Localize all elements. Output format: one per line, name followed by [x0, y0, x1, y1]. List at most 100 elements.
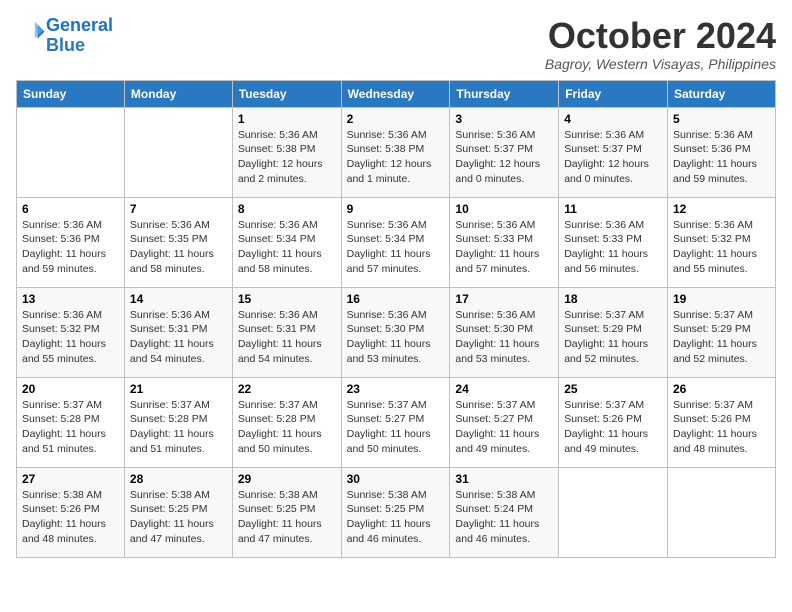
calendar-cell: 17Sunrise: 5:36 AM Sunset: 5:30 PM Dayli…: [450, 287, 559, 377]
day-number: 20: [22, 382, 119, 396]
calendar-cell: 25Sunrise: 5:37 AM Sunset: 5:26 PM Dayli…: [559, 377, 668, 467]
calendar-cell: 5 Sunrise: 5:36 AM Sunset: 5:36 PM Daylig…: [668, 107, 776, 197]
calendar-cell: 3Sunrise: 5:36 AM Sunset: 5:37 PM Daylig…: [450, 107, 559, 197]
day-info: Sunrise: 5:36 AM Sunset: 5:37 PM Dayligh…: [455, 128, 553, 187]
day-number: 17: [455, 292, 553, 306]
day-number: 14: [130, 292, 227, 306]
calendar-cell: 16 Sunrise: 5:36 AM Sunset: 5:30 PM Dayli…: [341, 287, 450, 377]
location: Bagroy, Western Visayas, Philippines: [545, 56, 776, 72]
calendar-cell: [668, 467, 776, 557]
day-number: 25: [564, 382, 662, 396]
day-info: Sunrise: 5:38 AM Sunset: 5:25 PM Dayligh…: [130, 488, 227, 547]
header-row: Sunday Monday Tuesday Wednesday Thursday…: [17, 80, 776, 107]
calendar-cell: 15 Sunrise: 5:36 AM Sunset: 5:31 PM Dayli…: [232, 287, 341, 377]
day-number: 31: [455, 472, 553, 486]
calendar-week-5: 27Sunrise: 5:38 AM Sunset: 5:26 PM Dayli…: [17, 467, 776, 557]
header-wednesday: Wednesday: [341, 80, 450, 107]
day-info: Sunrise: 5:38 AM Sunset: 5:25 PM Dayligh…: [238, 488, 336, 547]
calendar-cell: 23 Sunrise: 5:37 AM Sunset: 5:27 PM Dayli…: [341, 377, 450, 467]
calendar-cell: 12 Sunrise: 5:36 AM Sunset: 5:32 PM Dayli…: [668, 197, 776, 287]
day-number: 7: [130, 202, 227, 216]
calendar-week-4: 20 Sunrise: 5:37 AM Sunset: 5:28 PM Dayli…: [17, 377, 776, 467]
day-number: 11: [564, 202, 662, 216]
calendar-week-2: 6 Sunrise: 5:36 AM Sunset: 5:36 PM Daylig…: [17, 197, 776, 287]
calendar-cell: 14Sunrise: 5:36 AM Sunset: 5:31 PM Dayli…: [124, 287, 232, 377]
day-number: 9: [347, 202, 445, 216]
day-info: Sunrise: 5:36 AM Sunset: 5:33 PM Dayligh…: [455, 218, 553, 277]
calendar-cell: 22 Sunrise: 5:37 AM Sunset: 5:28 PM Dayli…: [232, 377, 341, 467]
day-number: 26: [673, 382, 770, 396]
day-info: Sunrise: 5:36 AM Sunset: 5:30 PM Dayligh…: [347, 308, 445, 367]
calendar-cell: 24Sunrise: 5:37 AM Sunset: 5:27 PM Dayli…: [450, 377, 559, 467]
day-number: 12: [673, 202, 770, 216]
day-info: Sunrise: 5:38 AM Sunset: 5:24 PM Dayligh…: [455, 488, 553, 547]
calendar-cell: 19Sunrise: 5:37 AM Sunset: 5:29 PM Dayli…: [668, 287, 776, 377]
calendar-cell: 4 Sunrise: 5:36 AM Sunset: 5:37 PM Daylig…: [559, 107, 668, 197]
day-number: 28: [130, 472, 227, 486]
day-info: Sunrise: 5:38 AM Sunset: 5:25 PM Dayligh…: [347, 488, 445, 547]
day-number: 13: [22, 292, 119, 306]
page-header: General Blue October 2024 Bagroy, Wester…: [16, 16, 776, 72]
day-info: Sunrise: 5:36 AM Sunset: 5:36 PM Dayligh…: [673, 128, 770, 187]
day-info: Sunrise: 5:36 AM Sunset: 5:31 PM Dayligh…: [238, 308, 336, 367]
calendar-cell: 7 Sunrise: 5:36 AM Sunset: 5:35 PM Daylig…: [124, 197, 232, 287]
day-info: Sunrise: 5:36 AM Sunset: 5:34 PM Dayligh…: [238, 218, 336, 277]
logo-text: General Blue: [46, 16, 113, 56]
calendar-cell: 31 Sunrise: 5:38 AM Sunset: 5:24 PM Dayli…: [450, 467, 559, 557]
day-info: Sunrise: 5:36 AM Sunset: 5:33 PM Dayligh…: [564, 218, 662, 277]
day-number: 15: [238, 292, 336, 306]
day-info: Sunrise: 5:37 AM Sunset: 5:26 PM Dayligh…: [673, 398, 770, 457]
calendar-cell: 11 Sunrise: 5:36 AM Sunset: 5:33 PM Dayli…: [559, 197, 668, 287]
calendar-cell: 28 Sunrise: 5:38 AM Sunset: 5:25 PM Dayli…: [124, 467, 232, 557]
day-number: 30: [347, 472, 445, 486]
day-number: 6: [22, 202, 119, 216]
calendar-cell: 2Sunrise: 5:36 AM Sunset: 5:38 PM Daylig…: [341, 107, 450, 197]
day-number: 8: [238, 202, 336, 216]
header-monday: Monday: [124, 80, 232, 107]
header-sunday: Sunday: [17, 80, 125, 107]
day-info: Sunrise: 5:36 AM Sunset: 5:35 PM Dayligh…: [130, 218, 227, 277]
day-number: 21: [130, 382, 227, 396]
day-number: 18: [564, 292, 662, 306]
calendar-cell: 18Sunrise: 5:37 AM Sunset: 5:29 PM Dayli…: [559, 287, 668, 377]
calendar-cell: 1Sunrise: 5:36 AM Sunset: 5:38 PM Daylig…: [232, 107, 341, 197]
day-info: Sunrise: 5:37 AM Sunset: 5:27 PM Dayligh…: [347, 398, 445, 457]
calendar-cell: [124, 107, 232, 197]
calendar-table: Sunday Monday Tuesday Wednesday Thursday…: [16, 80, 776, 558]
calendar-cell: 27Sunrise: 5:38 AM Sunset: 5:26 PM Dayli…: [17, 467, 125, 557]
day-info: Sunrise: 5:37 AM Sunset: 5:28 PM Dayligh…: [22, 398, 119, 457]
day-info: Sunrise: 5:36 AM Sunset: 5:32 PM Dayligh…: [22, 308, 119, 367]
day-number: 16: [347, 292, 445, 306]
calendar-cell: 6 Sunrise: 5:36 AM Sunset: 5:36 PM Daylig…: [17, 197, 125, 287]
day-number: 19: [673, 292, 770, 306]
day-info: Sunrise: 5:36 AM Sunset: 5:34 PM Dayligh…: [347, 218, 445, 277]
day-info: Sunrise: 5:37 AM Sunset: 5:28 PM Dayligh…: [130, 398, 227, 457]
day-number: 22: [238, 382, 336, 396]
calendar-cell: 30 Sunrise: 5:38 AM Sunset: 5:25 PM Dayli…: [341, 467, 450, 557]
calendar-cell: 13 Sunrise: 5:36 AM Sunset: 5:32 PM Dayli…: [17, 287, 125, 377]
day-number: 5: [673, 112, 770, 126]
day-info: Sunrise: 5:36 AM Sunset: 5:32 PM Dayligh…: [673, 218, 770, 277]
calendar-cell: 8 Sunrise: 5:36 AM Sunset: 5:34 PM Daylig…: [232, 197, 341, 287]
title-block: October 2024 Bagroy, Western Visayas, Ph…: [545, 16, 776, 72]
day-number: 29: [238, 472, 336, 486]
day-info: Sunrise: 5:36 AM Sunset: 5:36 PM Dayligh…: [22, 218, 119, 277]
day-info: Sunrise: 5:36 AM Sunset: 5:37 PM Dayligh…: [564, 128, 662, 187]
day-info: Sunrise: 5:36 AM Sunset: 5:38 PM Dayligh…: [238, 128, 336, 187]
day-number: 24: [455, 382, 553, 396]
day-info: Sunrise: 5:38 AM Sunset: 5:26 PM Dayligh…: [22, 488, 119, 547]
calendar-cell: 10 Sunrise: 5:36 AM Sunset: 5:33 PM Dayli…: [450, 197, 559, 287]
calendar-cell: 29 Sunrise: 5:38 AM Sunset: 5:25 PM Dayli…: [232, 467, 341, 557]
month-title: October 2024: [545, 16, 776, 56]
calendar-cell: 20 Sunrise: 5:37 AM Sunset: 5:28 PM Dayli…: [17, 377, 125, 467]
calendar-cell: 21 Sunrise: 5:37 AM Sunset: 5:28 PM Dayli…: [124, 377, 232, 467]
day-number: 4: [564, 112, 662, 126]
calendar-week-1: 1Sunrise: 5:36 AM Sunset: 5:38 PM Daylig…: [17, 107, 776, 197]
day-info: Sunrise: 5:37 AM Sunset: 5:28 PM Dayligh…: [238, 398, 336, 457]
calendar-cell: 26 Sunrise: 5:37 AM Sunset: 5:26 PM Dayli…: [668, 377, 776, 467]
logo: General Blue: [16, 16, 113, 56]
day-number: 10: [455, 202, 553, 216]
day-number: 23: [347, 382, 445, 396]
header-friday: Friday: [559, 80, 668, 107]
calendar-cell: [17, 107, 125, 197]
